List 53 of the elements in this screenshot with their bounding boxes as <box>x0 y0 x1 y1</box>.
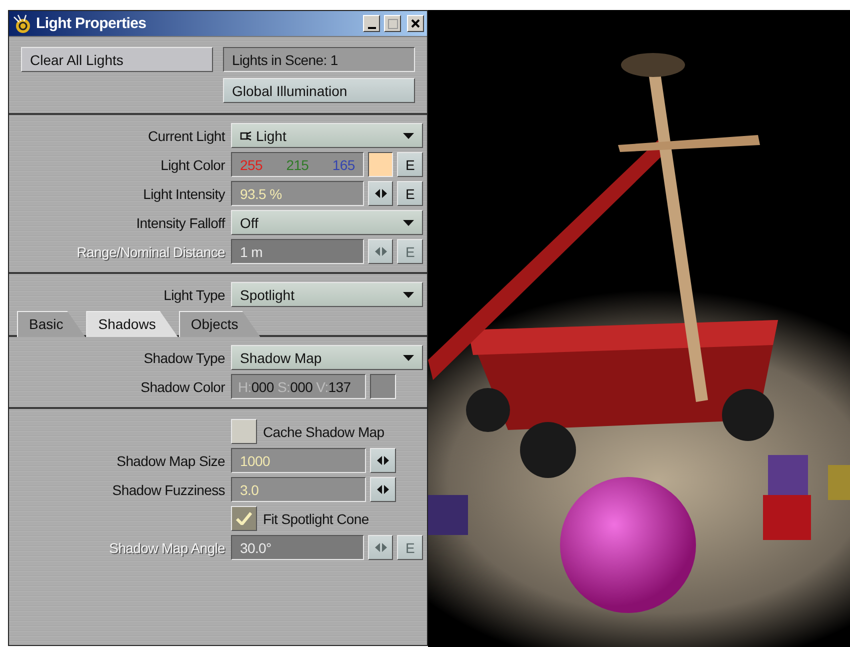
check-icon <box>236 512 252 525</box>
close-button[interactable] <box>407 15 424 32</box>
arrows-icon <box>374 189 387 198</box>
checkbox-label: Fit Spotlight Cone <box>263 510 369 529</box>
caret-icon <box>403 220 414 226</box>
dropdown[interactable]: Light <box>231 123 423 148</box>
field-label: Range/Nominal Distance <box>76 244 225 260</box>
color-swatch[interactable] <box>368 152 394 177</box>
arrows-icon <box>374 247 387 256</box>
field-label: Shadow Color <box>140 378 225 394</box>
field-label: Current Light <box>146 128 225 144</box>
maximize-button[interactable] <box>384 15 401 32</box>
caret-icon <box>403 292 414 298</box>
slider-button[interactable] <box>370 448 396 473</box>
field-label: Light Intensity <box>142 186 225 202</box>
checkbox-label: Cache Shadow Map <box>263 422 384 442</box>
spotlight-icon <box>240 130 252 140</box>
slider-button[interactable] <box>368 181 394 206</box>
minimize-button[interactable] <box>363 15 380 32</box>
maximize-icon <box>388 18 398 28</box>
color-swatch[interactable] <box>370 374 396 399</box>
app-logo-icon <box>12 14 32 34</box>
slider-button[interactable] <box>370 477 396 502</box>
tab[interactable]: Objects <box>178 311 260 337</box>
close-icon <box>411 19 420 28</box>
arrows-icon <box>377 456 389 465</box>
dropdown[interactable]: Off <box>231 210 423 235</box>
envelope-button[interactable]: E <box>397 181 423 206</box>
field-label: Shadow Type <box>142 350 225 366</box>
checkbox[interactable] <box>231 419 257 444</box>
field-label: Light Color <box>160 156 225 172</box>
global-illumination-button[interactable]: Global Illumination <box>223 78 415 103</box>
checkbox[interactable] <box>231 506 257 531</box>
arrows-icon <box>377 485 389 494</box>
minimize-icon <box>368 26 376 28</box>
field-label: Light Type <box>162 286 225 302</box>
field-label: Shadow Map Size <box>116 452 225 468</box>
envelope-button[interactable]: E <box>397 152 423 177</box>
field-label: Intensity Falloff <box>135 214 225 230</box>
slider-button[interactable] <box>368 535 394 560</box>
slider-button[interactable] <box>368 239 394 264</box>
dropdown[interactable]: Spotlight <box>231 282 423 307</box>
window-title: Light Properties <box>36 15 148 32</box>
lights-count: Lights in Scene: 1 <box>223 47 415 72</box>
tab[interactable]: Shadows <box>86 311 178 337</box>
field-label: Shadow Map Angle <box>108 540 225 556</box>
field-label: Shadow Fuzziness <box>111 482 225 498</box>
dropdown[interactable]: Shadow Map <box>231 345 423 370</box>
caret-icon <box>403 354 414 360</box>
caret-icon <box>403 132 414 138</box>
arrows-icon <box>374 543 387 552</box>
clear-lights-button[interactable]: Clear All Lights <box>21 47 213 72</box>
tab[interactable]: Basic <box>17 311 86 337</box>
